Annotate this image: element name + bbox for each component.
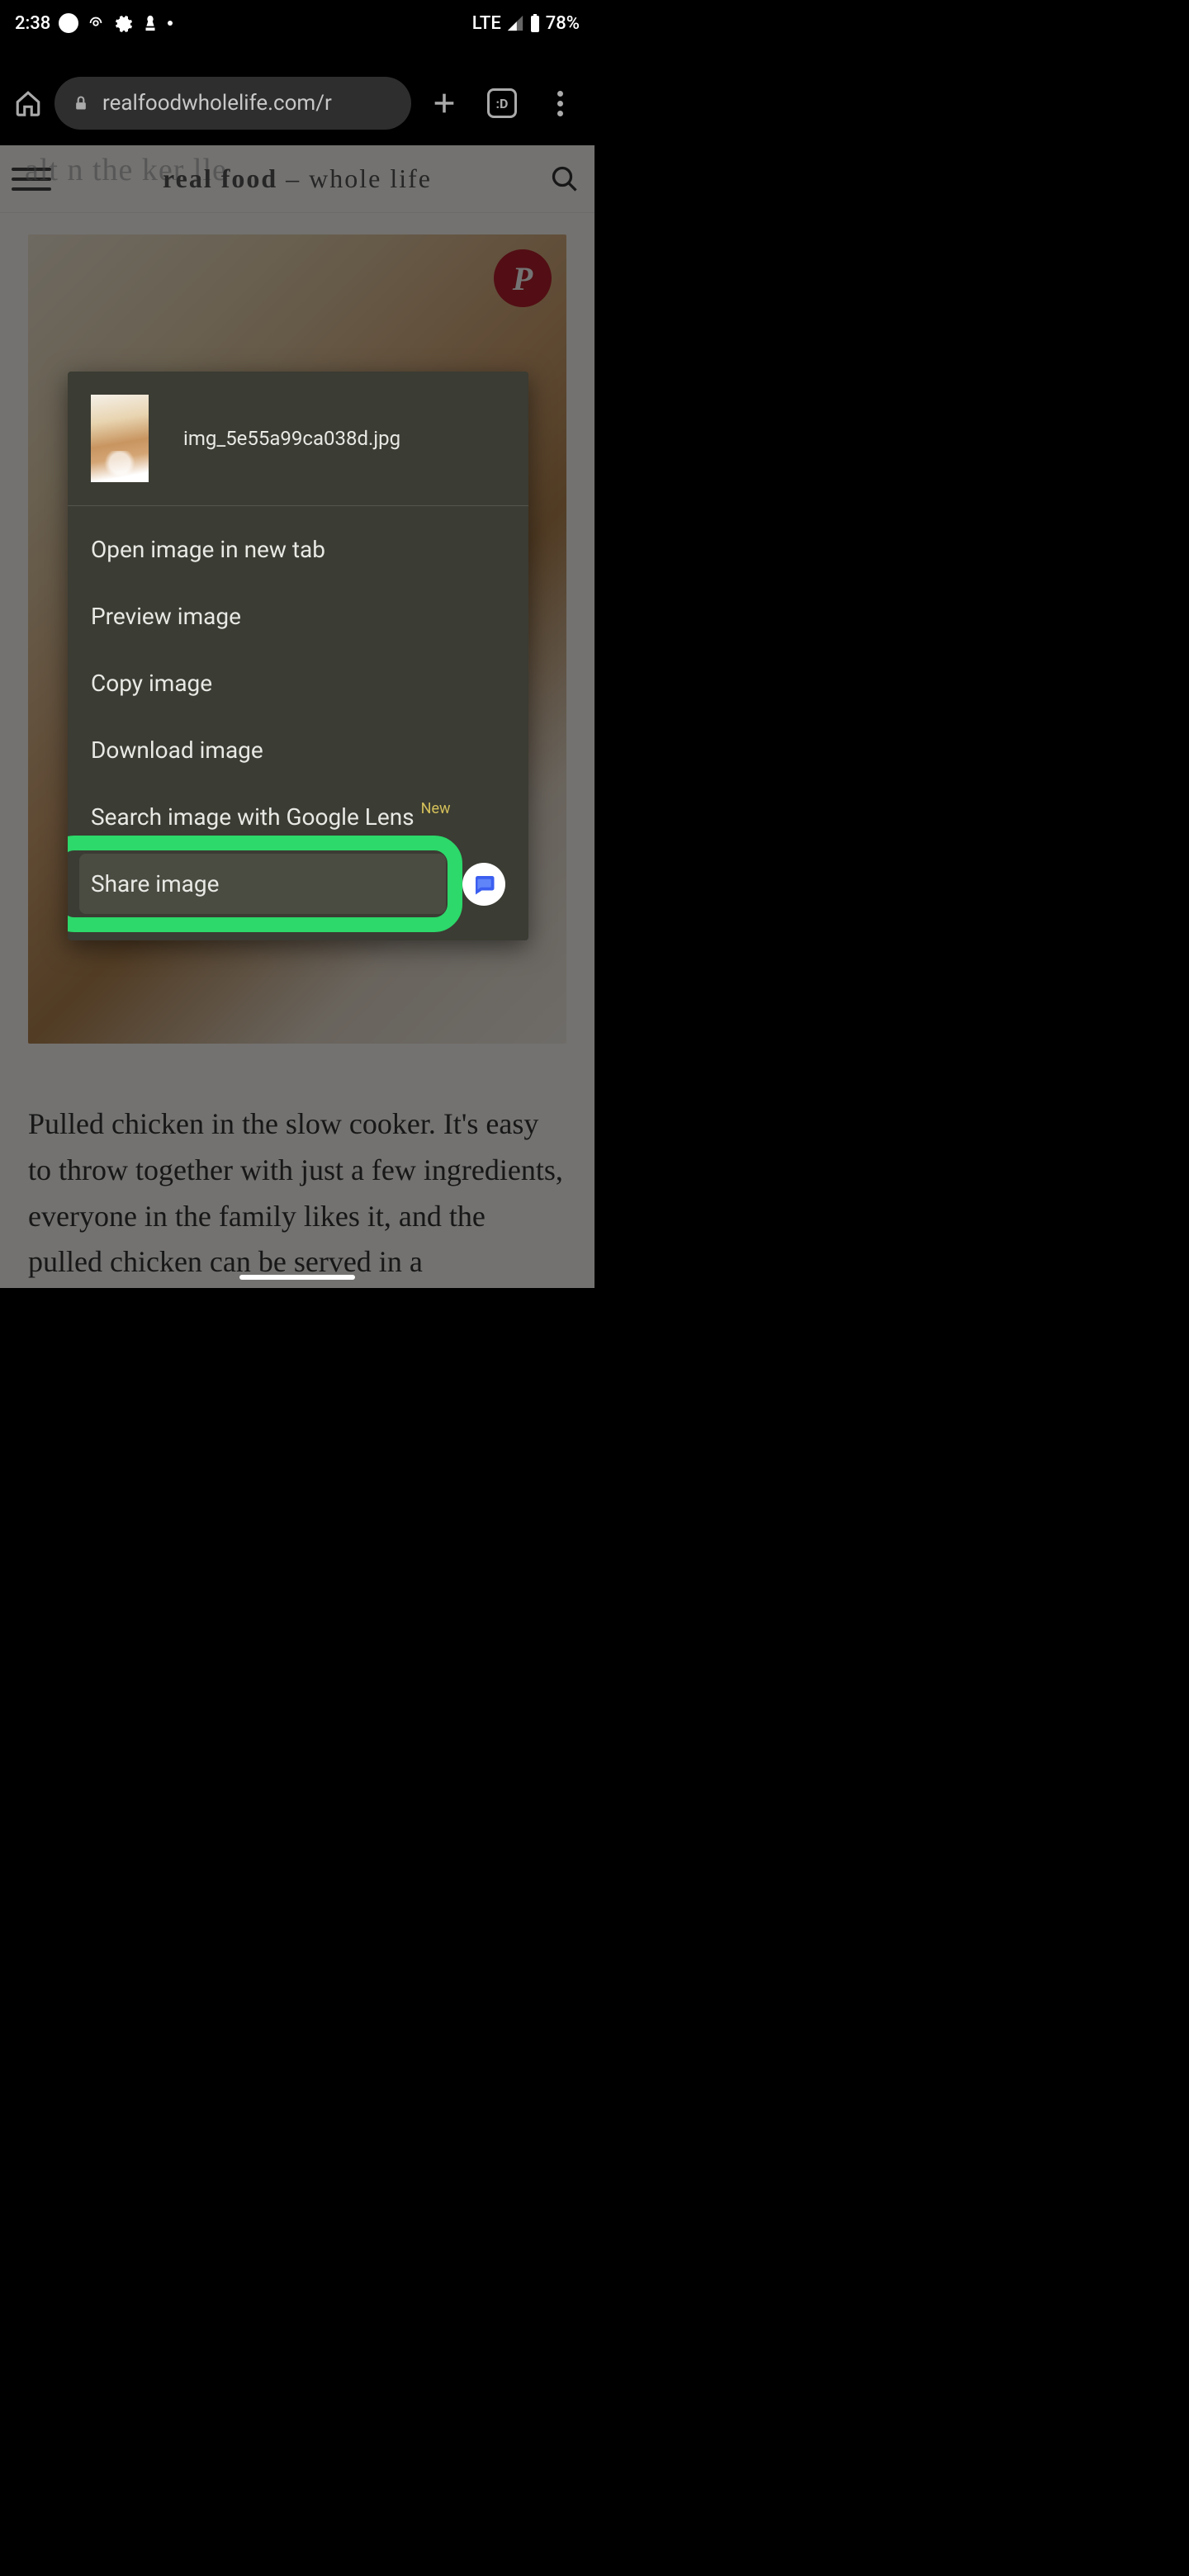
image-context-menu: img_5e55a99ca038d.jpg Open image in new …	[68, 372, 528, 940]
menu-header: img_5e55a99ca038d.jpg	[68, 372, 528, 506]
menu-download-image[interactable]: Download image	[68, 717, 528, 784]
share-target-messages[interactable]	[462, 863, 505, 906]
menu-share-image[interactable]: Share image	[79, 854, 446, 914]
menu-items: Open image in new tab Preview image Copy…	[68, 506, 528, 940]
battery-icon	[529, 13, 541, 33]
menu-search-lens-label: Search image with Google Lens	[91, 803, 414, 831]
broadcast-icon	[87, 14, 105, 32]
site-search-button[interactable]	[547, 161, 583, 197]
site-header: alt n the ker lle real food – whole life	[0, 145, 594, 213]
tab-counter: :D	[487, 88, 517, 118]
logo-bold: real food	[163, 163, 277, 193]
share-highlight-wrapper: Share image	[79, 854, 446, 914]
more-vert-icon	[557, 91, 563, 116]
menu-open-new-tab[interactable]: Open image in new tab	[68, 516, 528, 583]
signal-icon	[506, 14, 524, 32]
menu-search-lens[interactable]: Search image with Google Lens New	[68, 784, 528, 850]
network-label: LTE	[472, 13, 501, 34]
more-notifications-dot-icon	[168, 21, 173, 26]
status-time: 2:38	[15, 13, 50, 34]
notification-dot-icon	[59, 13, 78, 33]
gesture-nav-bar[interactable]	[239, 1275, 355, 1280]
lock-icon	[73, 93, 89, 113]
tabs-button[interactable]: :D	[484, 85, 520, 121]
menu-copy-image[interactable]: Copy image	[68, 650, 528, 717]
logo-rest: whole life	[309, 163, 432, 193]
logo-sep: –	[277, 163, 309, 193]
status-left: 2:38	[15, 13, 173, 34]
pinterest-icon: P	[513, 259, 533, 298]
pinterest-save-button[interactable]: P	[494, 249, 552, 307]
image-filename: img_5e55a99ca038d.jpg	[183, 427, 400, 450]
url-bar[interactable]: realfoodwholelife.com/r	[54, 77, 411, 130]
menu-preview-image[interactable]: Preview image	[68, 583, 528, 650]
gear-icon	[113, 13, 133, 33]
new-badge: New	[421, 800, 451, 817]
translate-icon	[141, 14, 159, 32]
status-bar: 2:38 LTE 78%	[0, 0, 594, 46]
home-button[interactable]	[10, 85, 46, 121]
browser-toolbar: realfoodwholelife.com/r :D	[0, 66, 594, 140]
browser-menu-button[interactable]	[542, 85, 578, 121]
battery-percent: 78%	[546, 13, 580, 34]
chat-bubble-icon	[471, 872, 496, 897]
image-thumbnail	[91, 395, 149, 482]
article-excerpt: Pulled chicken in the slow cooker. It's …	[0, 1044, 594, 1286]
url-text: realfoodwholelife.com/r	[102, 91, 332, 116]
new-tab-button[interactable]	[426, 85, 462, 121]
site-logo[interactable]: real food – whole life	[163, 163, 432, 194]
status-right: LTE 78%	[472, 13, 580, 34]
menu-share-row: Share image	[68, 850, 528, 930]
